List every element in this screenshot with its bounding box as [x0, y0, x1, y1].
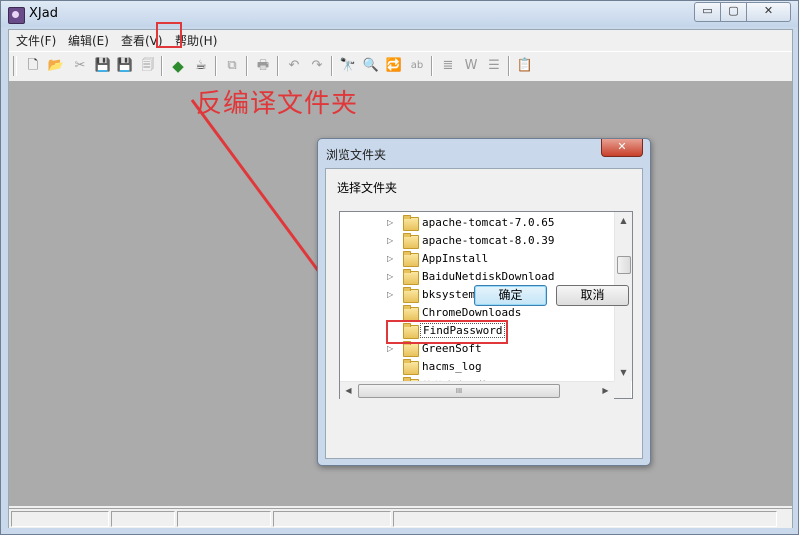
- expand-arrow-icon[interactable]: ▷: [387, 236, 393, 245]
- toolbar-separator: [161, 56, 163, 76]
- toolbar-separator: [277, 56, 279, 76]
- folder-name: hacms_log: [422, 360, 482, 373]
- toolbar-separator: [431, 56, 433, 76]
- expand-arrow-icon[interactable]: ▷: [387, 272, 393, 281]
- maximize-button[interactable]: ▢: [720, 2, 747, 22]
- menu-file[interactable]: 文件(F): [16, 32, 56, 49]
- copy-icon[interactable]: ⧉: [222, 56, 242, 76]
- toolbar-grip[interactable]: [13, 56, 17, 76]
- options-icon[interactable]: 📋: [515, 56, 535, 76]
- font-icon[interactable]: W: [461, 56, 481, 76]
- folder-name: AppInstall: [422, 252, 489, 265]
- vertical-scroll-thumb[interactable]: [617, 256, 631, 274]
- undo-icon[interactable]: ↶: [284, 56, 304, 76]
- print-icon[interactable]: 🖶: [253, 56, 273, 76]
- status-pane: [273, 511, 391, 527]
- status-bar: [9, 508, 792, 528]
- decompile-folder-icon[interactable]: ◆: [168, 56, 188, 76]
- folder-icon: [403, 287, 419, 303]
- redo-icon[interactable]: ↷: [307, 56, 327, 76]
- folder-name: bksystem: [422, 288, 475, 301]
- horizontal-scrollbar[interactable]: ◀ III ▶: [340, 381, 614, 399]
- toolbar-separator: [331, 56, 333, 76]
- scroll-down-button[interactable]: ▼: [615, 364, 632, 381]
- scroll-up-button[interactable]: ▲: [615, 212, 632, 229]
- dialog-close-button[interactable]: ✕: [601, 139, 643, 157]
- folder-name: BaiduNetdiskDownload: [422, 270, 555, 283]
- cancel-button[interactable]: 取消: [556, 285, 629, 306]
- minimize-button[interactable]: ▭: [694, 2, 721, 22]
- open-folder-icon[interactable]: 📂: [46, 56, 66, 76]
- folder-icon: [403, 359, 419, 375]
- save-as-icon[interactable]: 💾: [115, 56, 135, 76]
- app-icon: [8, 7, 25, 24]
- expand-arrow-icon[interactable]: ▷: [387, 344, 393, 353]
- menu-edit[interactable]: 编辑(E): [68, 32, 109, 49]
- folder-icon: [403, 269, 419, 285]
- save-all-icon[interactable]: 🗐: [138, 56, 158, 76]
- folder-name: apache-tomcat-7.0.65: [422, 216, 555, 229]
- toolbar-separator: [508, 56, 510, 76]
- close-button[interactable]: ✕: [746, 2, 791, 22]
- tree-folder-item[interactable]: ▷ AppInstall: [340, 250, 614, 268]
- status-pane: [177, 511, 271, 527]
- annotation-label: 反编译文件夹: [196, 89, 359, 119]
- toolbar-separator: [215, 56, 217, 76]
- list-icon[interactable]: ☰: [484, 56, 504, 76]
- folder-icon: [403, 215, 419, 231]
- folder-icon: [403, 251, 419, 267]
- folder-icon: [403, 305, 419, 321]
- ok-button[interactable]: 确定: [474, 285, 547, 306]
- findpassword-highlight-box: [386, 320, 508, 344]
- tree-folder-item[interactable]: ▷ apache-tomcat-8.0.39: [340, 232, 614, 250]
- toolbar-separator: [246, 56, 248, 76]
- status-pane: [11, 511, 109, 527]
- expand-arrow-icon[interactable]: ▷: [387, 218, 393, 227]
- decompile-highlight-box: [156, 22, 182, 48]
- format-icon[interactable]: ≣: [438, 56, 458, 76]
- toolbar: 🗋 📂 ✂ 💾 💾 🗐 ◆ ☕ ⧉ 🖶 ↶ ↷ 🔭 🔍 🔁 ab ≣ W ☰ 📋: [9, 51, 792, 82]
- scroll-left-button[interactable]: ◀: [340, 382, 357, 399]
- dialog-prompt: 选择文件夹: [337, 181, 398, 195]
- scroll-corner: [614, 381, 631, 398]
- folder-name: apache-tomcat-8.0.39: [422, 234, 555, 247]
- expand-arrow-icon[interactable]: ▷: [387, 254, 393, 263]
- find-next-icon[interactable]: 🔍: [361, 56, 381, 76]
- horizontal-scroll-thumb[interactable]: III: [358, 384, 560, 398]
- dialog-title: 浏览文件夹: [326, 148, 387, 162]
- title-bar[interactable]: XJad ▭ ▢ ✕: [1, 1, 798, 27]
- status-pane: [111, 511, 175, 527]
- dialog-body: 选择文件夹 ▷ apache-tomcat-7.0.65 ▷ apache-tomca…: [325, 168, 643, 459]
- java-icon[interactable]: ☕: [191, 56, 211, 76]
- save-icon[interactable]: 💾: [93, 56, 113, 76]
- replace-icon[interactable]: 🔁: [384, 56, 404, 76]
- folder-name: ChromeDownloads: [422, 306, 522, 319]
- status-pane: [393, 511, 777, 527]
- cut-icon[interactable]: ✂: [70, 56, 90, 76]
- tree-folder-item[interactable]: ▷ apache-tomcat-7.0.65: [340, 214, 614, 232]
- scroll-right-button[interactable]: ▶: [597, 382, 614, 399]
- tree-folder-item[interactable]: hacms_log: [340, 358, 614, 376]
- window-title: XJad: [29, 6, 58, 21]
- expand-arrow-icon[interactable]: ▷: [387, 290, 393, 299]
- menu-bar: 文件(F) 编辑(E) 查看(V) 帮助(H): [9, 30, 792, 50]
- tree-folder-item[interactable]: ▷ BaiduNetdiskDownload: [340, 268, 614, 286]
- replace-ab-icon[interactable]: ab: [407, 56, 427, 76]
- folder-icon: [403, 341, 419, 357]
- find-icon[interactable]: 🔭: [338, 56, 358, 76]
- folder-icon: [403, 233, 419, 249]
- new-file-icon[interactable]: 🗋: [23, 56, 43, 76]
